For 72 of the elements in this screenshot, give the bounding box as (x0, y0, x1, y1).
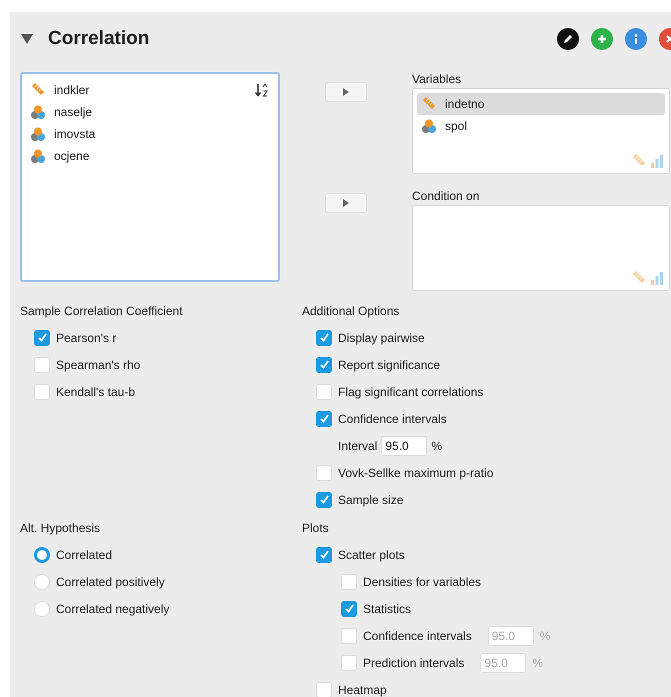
nominal-icon (421, 118, 437, 134)
variable-item[interactable]: naselje (26, 101, 274, 123)
move-button[interactable] (325, 193, 367, 213)
info-button[interactable] (625, 28, 647, 50)
variable-item[interactable]: spol (417, 115, 665, 137)
option-label: Confidence intervals (363, 628, 472, 642)
section-title: Plots (302, 521, 330, 537)
radio-button[interactable] (34, 546, 50, 562)
unit-label: % (532, 656, 544, 670)
variable-item[interactable]: ocjene (26, 145, 274, 167)
number-field[interactable]: 95.0 (381, 436, 428, 456)
bar-chart-icon (649, 270, 665, 286)
option-label: Scatter plots (338, 548, 405, 562)
plus-icon (596, 33, 608, 45)
variable-item[interactable]: indkler (26, 79, 274, 101)
nominal-icon (30, 126, 46, 142)
checkmark-icon (318, 549, 330, 560)
collapse-triangle-icon[interactable] (20, 33, 34, 45)
nominal-icon (30, 104, 46, 120)
option-label: Densities for variables (363, 574, 482, 588)
sort-icon[interactable] (254, 82, 270, 98)
option-label: Correlated (56, 548, 112, 562)
option-label: Spearman's rho (56, 358, 140, 372)
option-label: Vovk-Sellke maximum p-ratio (338, 466, 494, 480)
move-button[interactable] (325, 82, 367, 102)
ruler-icon (631, 153, 647, 169)
checkmark-icon (344, 603, 354, 614)
variable-item[interactable]: indetno (417, 93, 665, 115)
checkbox[interactable] (34, 330, 50, 346)
section-title: Sample Correlation Coefficient (20, 304, 184, 320)
nominal-icon (30, 148, 46, 164)
option-label: Kendall's tau-b (56, 384, 136, 398)
ruler-icon (631, 270, 647, 286)
edit-button[interactable] (557, 28, 579, 50)
option-label: Heatmap (338, 682, 387, 696)
analysis-title: Correlation (48, 28, 150, 50)
checkbox[interactable] (341, 600, 357, 616)
pencil-icon (562, 33, 574, 45)
checkbox[interactable] (316, 410, 332, 426)
ruler-icon (30, 82, 46, 98)
option-label: Flag significant correlations (338, 384, 484, 398)
play-triangle-icon (342, 88, 350, 96)
bar-chart-icon (649, 153, 665, 169)
checkbox[interactable] (316, 330, 332, 346)
option-label: Sample size (338, 492, 404, 506)
section-title: Additional Options (302, 304, 400, 320)
option-label: Pearson's r (56, 330, 116, 344)
option-label: Correlated negatively (56, 602, 170, 616)
checkbox[interactable] (316, 492, 332, 508)
option-label: Correlated positively (56, 574, 165, 588)
field-label: Interval (338, 438, 378, 452)
option-label: Confidence intervals (338, 412, 447, 426)
add-button[interactable] (591, 28, 613, 50)
unit-label: % (540, 628, 550, 642)
ruler-icon (421, 96, 437, 112)
unit-label: % (431, 438, 442, 452)
checkmark-icon (318, 494, 330, 505)
option-label: Display pairwise (338, 330, 425, 344)
play-triangle-icon (342, 199, 350, 207)
section-title: Alt. Hypothesis (20, 521, 102, 537)
option-label: Report significance (338, 358, 440, 372)
checkbox[interactable] (316, 546, 332, 562)
option-label: Statistics (363, 602, 412, 616)
checkmark-icon (36, 332, 48, 343)
checkbox[interactable] (316, 356, 332, 372)
checkmark-icon (318, 359, 330, 370)
option-label: Prediction intervals (363, 656, 464, 670)
checkmark-icon (318, 332, 330, 343)
target-label: Condition on (412, 189, 480, 204)
checkmark-icon (318, 413, 330, 424)
variable-item[interactable]: imovsta (26, 123, 274, 145)
target-label: Variables (412, 72, 462, 87)
